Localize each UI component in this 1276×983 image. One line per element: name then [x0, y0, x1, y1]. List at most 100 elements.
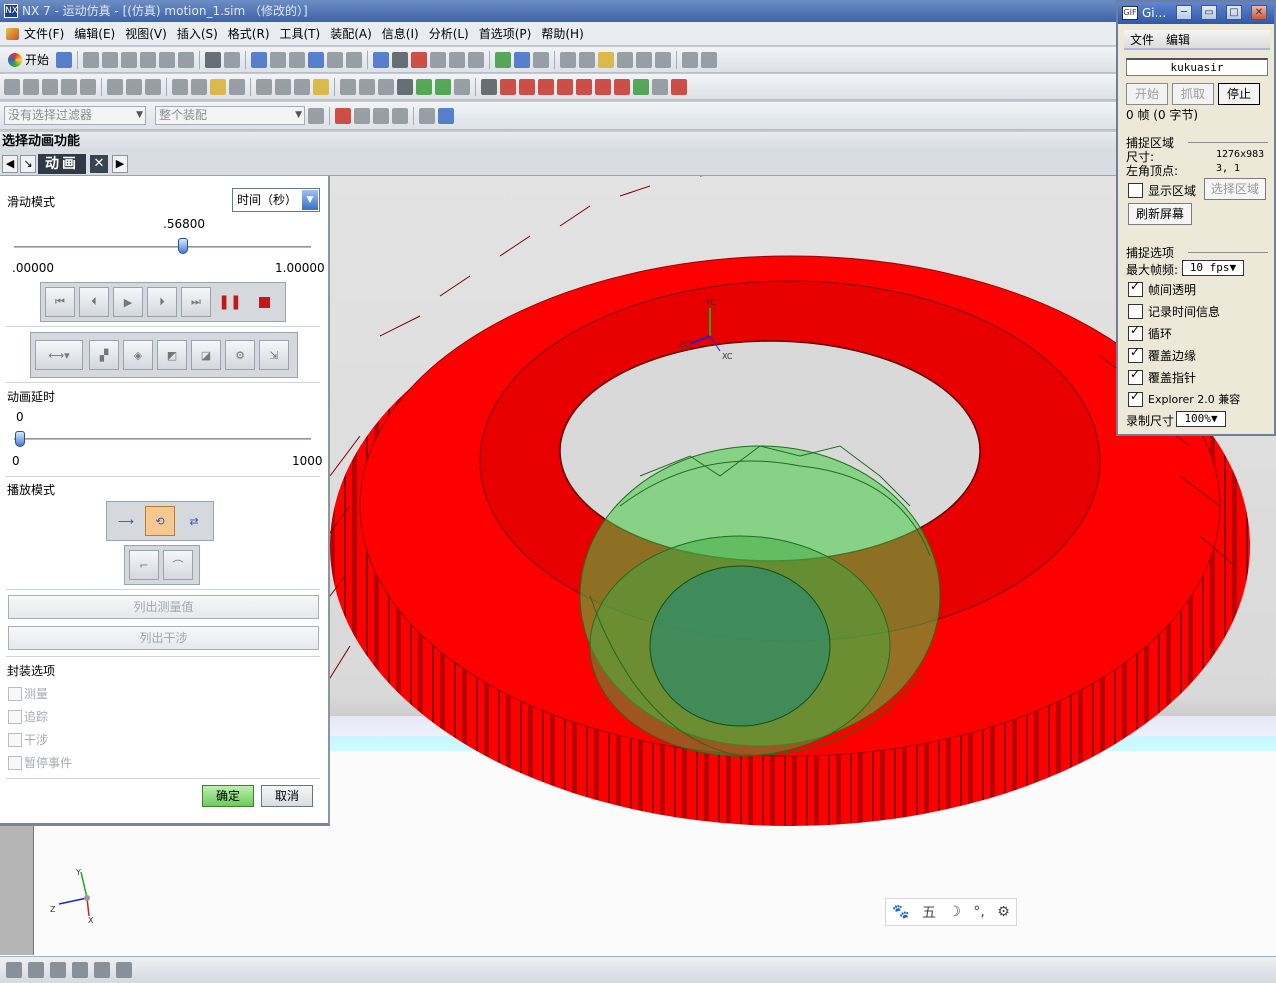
- force-icon[interactable]: [107, 78, 123, 95]
- settings-gear-icon[interactable]: ⚙: [225, 340, 255, 370]
- function-icon[interactable]: [4, 78, 20, 95]
- menu-info[interactable]: 信息(I): [377, 22, 424, 46]
- rotate-icon[interactable]: [308, 51, 325, 68]
- solid-select-icon[interactable]: [438, 107, 454, 124]
- select-icon[interactable]: [560, 51, 577, 68]
- menu-tools[interactable]: 工具(T): [275, 22, 326, 46]
- gifcam-start-button[interactable]: 开始: [1126, 83, 1168, 105]
- snap-point-icon[interactable]: [335, 107, 351, 124]
- assembly-nav-icon[interactable]: [28, 962, 44, 978]
- perspective-icon[interactable]: [346, 51, 363, 68]
- orient-icon[interactable]: [514, 51, 531, 68]
- menu-edit[interactable]: 编辑(E): [69, 22, 120, 46]
- contact-icon[interactable]: [80, 78, 96, 95]
- explode-icon[interactable]: ◩: [157, 340, 187, 370]
- fast-forward-icon[interactable]: ⏭: [181, 287, 211, 317]
- solution-icon[interactable]: [210, 78, 226, 95]
- tool-icon[interactable]: [224, 51, 241, 68]
- event-start-icon[interactable]: ⌐: [129, 550, 159, 580]
- paw-icon[interactable]: 🐾: [892, 904, 909, 920]
- zoom-window-icon[interactable]: [289, 51, 306, 68]
- menu-preferences[interactable]: 首选项(P): [474, 22, 537, 46]
- gifcam-show-area-checkbox[interactable]: 显示区域: [1128, 182, 1196, 199]
- damper-icon[interactable]: [42, 78, 58, 95]
- motion-icon[interactable]: [598, 51, 615, 68]
- snap-icon[interactable]: [533, 51, 550, 68]
- render-style-icon[interactable]: [373, 51, 390, 68]
- spreadsheet-icon[interactable]: [378, 78, 394, 95]
- rack-icon[interactable]: [275, 78, 291, 95]
- stop-icon[interactable]: [249, 287, 279, 317]
- curve-rule-icon[interactable]: [373, 107, 389, 124]
- settings-icon[interactable]: ⚙: [997, 904, 1010, 920]
- pointer-icon[interactable]: [636, 51, 653, 68]
- reset-icon[interactable]: [454, 78, 470, 95]
- gifcam-fps-select[interactable]: 10 fps▼: [1182, 260, 1244, 276]
- menu-insert[interactable]: 插入(S): [172, 22, 223, 46]
- ping-pong-icon[interactable]: ⇄: [179, 506, 209, 536]
- redo-icon[interactable]: [178, 51, 195, 68]
- shaded-icon[interactable]: [392, 51, 409, 68]
- cable-icon[interactable]: [294, 78, 310, 95]
- command-finder-icon[interactable]: [205, 51, 222, 68]
- pack-measure-checkbox[interactable]: 测量: [8, 685, 48, 702]
- anim-play-icon[interactable]: [538, 78, 554, 95]
- anim-rewind-icon[interactable]: [500, 78, 516, 95]
- start-button[interactable]: 开始: [4, 50, 53, 70]
- graph-icon[interactable]: [313, 78, 329, 95]
- undo-icon[interactable]: [159, 51, 176, 68]
- tab-next-arrow-icon[interactable]: ▶: [112, 155, 128, 173]
- system-materials-icon[interactable]: [116, 962, 132, 978]
- rectangle-select-icon[interactable]: [419, 107, 435, 124]
- step-forward-green-icon[interactable]: [435, 78, 451, 95]
- anim-stop-icon[interactable]: [614, 78, 630, 95]
- copy-icon[interactable]: [102, 51, 119, 68]
- gifcam-opt-loop[interactable]: 循环: [1128, 323, 1172, 342]
- assembly-scope-combo[interactable]: 整个装配: [155, 106, 305, 125]
- paste-icon[interactable]: [121, 51, 138, 68]
- gifcam-close-icon[interactable]: ✕: [1251, 5, 1267, 20]
- play-once-icon[interactable]: ⟶: [111, 506, 141, 536]
- punctuation-icon[interactable]: °,: [973, 904, 984, 920]
- rewind-icon[interactable]: ⏮: [45, 287, 75, 317]
- close-icon[interactable]: ✕: [90, 155, 108, 173]
- constraint-icon[interactable]: [50, 962, 66, 978]
- interference-icon[interactable]: ◈: [123, 340, 153, 370]
- link-icon[interactable]: [655, 51, 672, 68]
- step-back-icon[interactable]: ⏴: [79, 287, 109, 317]
- packaging-icon[interactable]: [397, 78, 413, 95]
- bushing-icon[interactable]: [61, 78, 77, 95]
- tab-prev-arrow-icon[interactable]: ◀: [2, 155, 18, 173]
- time-slider-track[interactable]: [14, 246, 311, 248]
- anim-step-back-icon[interactable]: [519, 78, 535, 95]
- time-slider-thumb[interactable]: [177, 238, 188, 254]
- locate-icon[interactable]: ◪: [191, 340, 221, 370]
- wcs-icon[interactable]: [495, 51, 512, 68]
- gifcam-opt-cover-edges[interactable]: 覆盖边缘: [1128, 345, 1196, 364]
- pack-pause-event-checkbox[interactable]: 暂停事件: [8, 754, 72, 771]
- measure-icon[interactable]: [682, 51, 699, 68]
- list-interference-button[interactable]: 列出干涉: [8, 626, 319, 650]
- step-back-green-icon[interactable]: [416, 78, 432, 95]
- play-icon[interactable]: ▶: [113, 287, 143, 317]
- edge-icon[interactable]: [411, 51, 428, 68]
- save-icon[interactable]: [56, 51, 73, 68]
- gifcam-minimize-icon[interactable]: ─: [1176, 5, 1192, 20]
- filter-combo[interactable]: 没有选择过滤器: [4, 106, 146, 125]
- delay-slider-track[interactable]: [14, 438, 311, 440]
- solve-icon[interactable]: [229, 78, 245, 95]
- selection-settings-icon[interactable]: [308, 107, 324, 124]
- gifcam-refresh-button[interactable]: 刷新屏幕: [1128, 203, 1192, 225]
- vector-force-icon[interactable]: [145, 78, 161, 95]
- menu-assembly[interactable]: 装配(A): [325, 22, 377, 46]
- delay-slider-thumb[interactable]: [15, 431, 25, 447]
- gifcam-opt-cover-pointer[interactable]: 覆盖指针: [1128, 367, 1196, 386]
- face-rule-icon[interactable]: [392, 107, 408, 124]
- table-edit-icon[interactable]: [359, 78, 375, 95]
- marker-tool-icon[interactable]: [172, 78, 188, 95]
- tab-animation[interactable]: 动画: [38, 154, 86, 174]
- anim-end-icon[interactable]: [576, 78, 592, 95]
- anim-step-forward-icon[interactable]: [557, 78, 573, 95]
- table-icon[interactable]: [340, 78, 356, 95]
- capture-icon[interactable]: [652, 78, 668, 95]
